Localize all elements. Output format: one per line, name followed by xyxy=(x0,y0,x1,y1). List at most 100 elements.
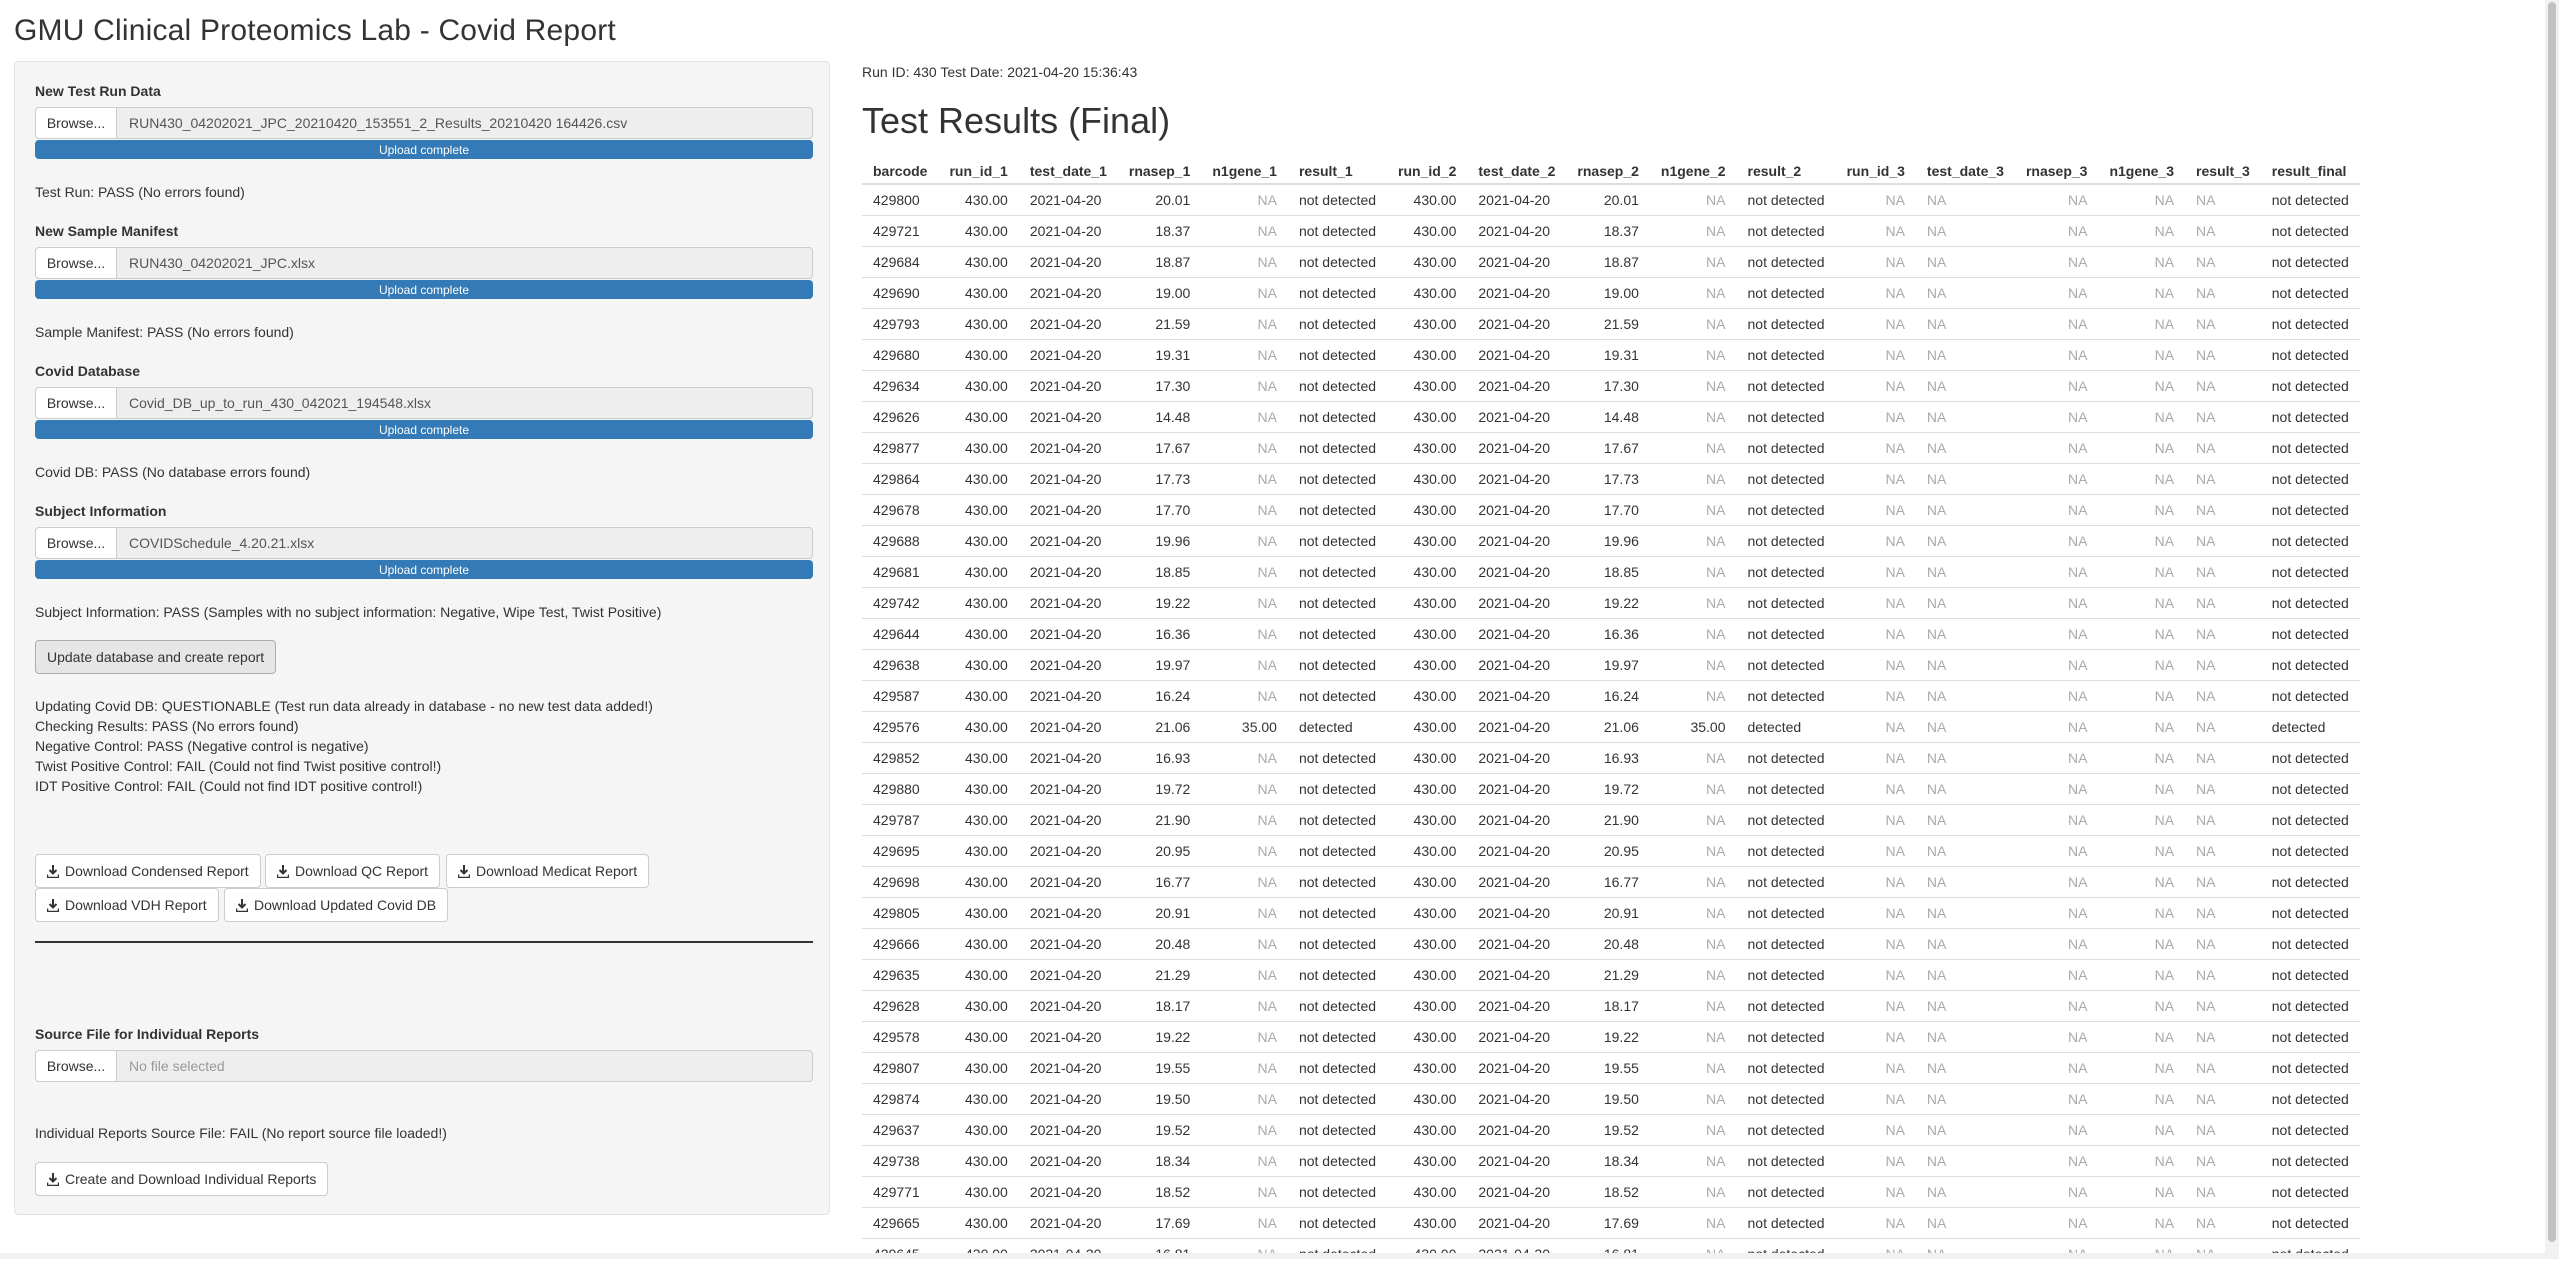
table-cell: NA xyxy=(1650,1146,1737,1177)
table-cell: 17.67 xyxy=(1118,433,1201,464)
download-updated-db-button[interactable]: Download Updated Covid DB xyxy=(224,888,448,922)
table-cell: NA xyxy=(2185,371,2261,402)
table-cell: NA xyxy=(2098,495,2185,526)
table-cell: 2021-04-20 xyxy=(1019,278,1118,309)
table-cell: 2021-04-20 xyxy=(1019,402,1118,433)
table-cell: not detected xyxy=(1288,836,1387,867)
table-cell: 2021-04-20 xyxy=(1467,464,1566,495)
table-cell: not detected xyxy=(2261,1022,2360,1053)
table-cell: NA xyxy=(1836,1084,1916,1115)
table-cell: NA xyxy=(1201,1177,1288,1208)
table-cell: 430.00 xyxy=(938,557,1018,588)
table-cell: NA xyxy=(2015,681,2098,712)
table-cell: NA xyxy=(1201,495,1288,526)
table-cell: 17.30 xyxy=(1118,371,1201,402)
table-cell: 2021-04-20 xyxy=(1467,805,1566,836)
column-header: test_date_1 xyxy=(1019,149,1118,184)
table-cell: 2021-04-20 xyxy=(1467,588,1566,619)
table-cell: 2021-04-20 xyxy=(1467,619,1566,650)
download-qc-report-button[interactable]: Download QC Report xyxy=(265,854,440,888)
table-cell: 430.00 xyxy=(938,340,1018,371)
test-run-file-input[interactable]: Browse... RUN430_04202021_JPC_20210420_1… xyxy=(35,107,813,139)
table-cell: not detected xyxy=(1737,557,1836,588)
manifest-browse-button[interactable]: Browse... xyxy=(35,247,117,279)
manifest-label: New Sample Manifest xyxy=(35,223,178,239)
table-cell: 430.00 xyxy=(938,929,1018,960)
individual-source-file-input[interactable]: Browse... No file selected xyxy=(35,1050,813,1082)
table-cell: 18.34 xyxy=(1118,1146,1201,1177)
table-cell: NA xyxy=(2015,1084,2098,1115)
manifest-file-input[interactable]: Browse... RUN430_04202021_JPC.xlsx xyxy=(35,247,813,279)
download-vdh-report-button[interactable]: Download VDH Report xyxy=(35,888,219,922)
table-cell: not detected xyxy=(1737,774,1836,805)
table-cell: NA xyxy=(1836,805,1916,836)
table-cell: 19.96 xyxy=(1118,526,1201,557)
table-cell: not detected xyxy=(2261,1177,2360,1208)
covid-db-browse-button[interactable]: Browse... xyxy=(35,387,117,419)
subject-label: Subject Information xyxy=(35,503,166,519)
individual-source-browse-button[interactable]: Browse... xyxy=(35,1050,117,1082)
table-cell: NA xyxy=(1836,1115,1916,1146)
table-cell: not detected xyxy=(1737,433,1836,464)
table-cell: 18.85 xyxy=(1566,557,1649,588)
table-cell: not detected xyxy=(1288,340,1387,371)
table-cell: NA xyxy=(2015,650,2098,681)
horizontal-scrollbar[interactable] xyxy=(0,1253,2545,1259)
download-medicat-report-button[interactable]: Download Medicat Report xyxy=(446,854,649,888)
table-cell: detected xyxy=(1288,712,1387,743)
table-cell: NA xyxy=(1916,278,2015,309)
table-cell: NA xyxy=(1916,371,2015,402)
table-cell: NA xyxy=(1201,433,1288,464)
table-cell: not detected xyxy=(1737,1084,1836,1115)
manifest-progress-bar: Upload complete xyxy=(35,280,813,299)
table-cell: 2021-04-20 xyxy=(1467,712,1566,743)
table-cell: 430.00 xyxy=(1387,991,1467,1022)
column-header: run_id_3 xyxy=(1836,149,1916,184)
create-individual-reports-label: Create and Download Individual Reports xyxy=(65,1171,316,1187)
table-cell: 429634 xyxy=(862,371,938,402)
test-run-browse-button[interactable]: Browse... xyxy=(35,107,117,139)
table-cell: not detected xyxy=(2261,184,2360,216)
table-cell: NA xyxy=(1201,464,1288,495)
scrollbar-thumb[interactable] xyxy=(2548,2,2556,1242)
subject-browse-button[interactable]: Browse... xyxy=(35,527,117,559)
table-row: 429680430.002021-04-2019.31NAnot detecte… xyxy=(862,340,2360,371)
table-cell: NA xyxy=(2015,1053,2098,1084)
update-database-button[interactable]: Update database and create report xyxy=(35,640,276,674)
table-cell: 2021-04-20 xyxy=(1467,1053,1566,1084)
create-individual-reports-button[interactable]: Create and Download Individual Reports xyxy=(35,1162,328,1196)
covid-db-file-input[interactable]: Browse... Covid_DB_up_to_run_430_042021_… xyxy=(35,387,813,419)
table-cell: 19.50 xyxy=(1118,1084,1201,1115)
table-cell: NA xyxy=(1916,216,2015,247)
table-cell: NA xyxy=(1916,712,2015,743)
table-cell: not detected xyxy=(2261,650,2360,681)
vertical-scrollbar[interactable] xyxy=(2545,0,2559,1259)
subject-file-input[interactable]: Browse... COVIDSchedule_4.20.21.xlsx xyxy=(35,527,813,559)
table-cell: 430.00 xyxy=(938,805,1018,836)
table-cell: not detected xyxy=(1737,371,1836,402)
table-cell: NA xyxy=(1916,991,2015,1022)
table-cell: 2021-04-20 xyxy=(1467,650,1566,681)
table-cell: NA xyxy=(2098,712,2185,743)
table-cell: NA xyxy=(1650,340,1737,371)
table-cell: 430.00 xyxy=(1387,1084,1467,1115)
table-cell: 430.00 xyxy=(1387,774,1467,805)
table-cell: NA xyxy=(2098,898,2185,929)
table-cell: 2021-04-20 xyxy=(1019,898,1118,929)
table-cell: NA xyxy=(2098,681,2185,712)
table-cell: NA xyxy=(2098,650,2185,681)
table-cell: NA xyxy=(2098,371,2185,402)
table-cell: NA xyxy=(1201,1208,1288,1239)
column-header: n1gene_1 xyxy=(1201,149,1288,184)
table-cell: NA xyxy=(1201,681,1288,712)
table-cell: NA xyxy=(2015,898,2098,929)
table-cell: NA xyxy=(2185,1115,2261,1146)
column-header: test_date_3 xyxy=(1916,149,2015,184)
table-cell: 20.95 xyxy=(1566,836,1649,867)
download-condensed-report-button[interactable]: Download Condensed Report xyxy=(35,854,261,888)
table-cell: 16.24 xyxy=(1118,681,1201,712)
table-row: 429626430.002021-04-2014.48NAnot detecte… xyxy=(862,402,2360,433)
table-cell: not detected xyxy=(1288,929,1387,960)
status-line: IDT Positive Control: FAIL (Could not fi… xyxy=(35,776,653,796)
table-cell: NA xyxy=(1836,402,1916,433)
